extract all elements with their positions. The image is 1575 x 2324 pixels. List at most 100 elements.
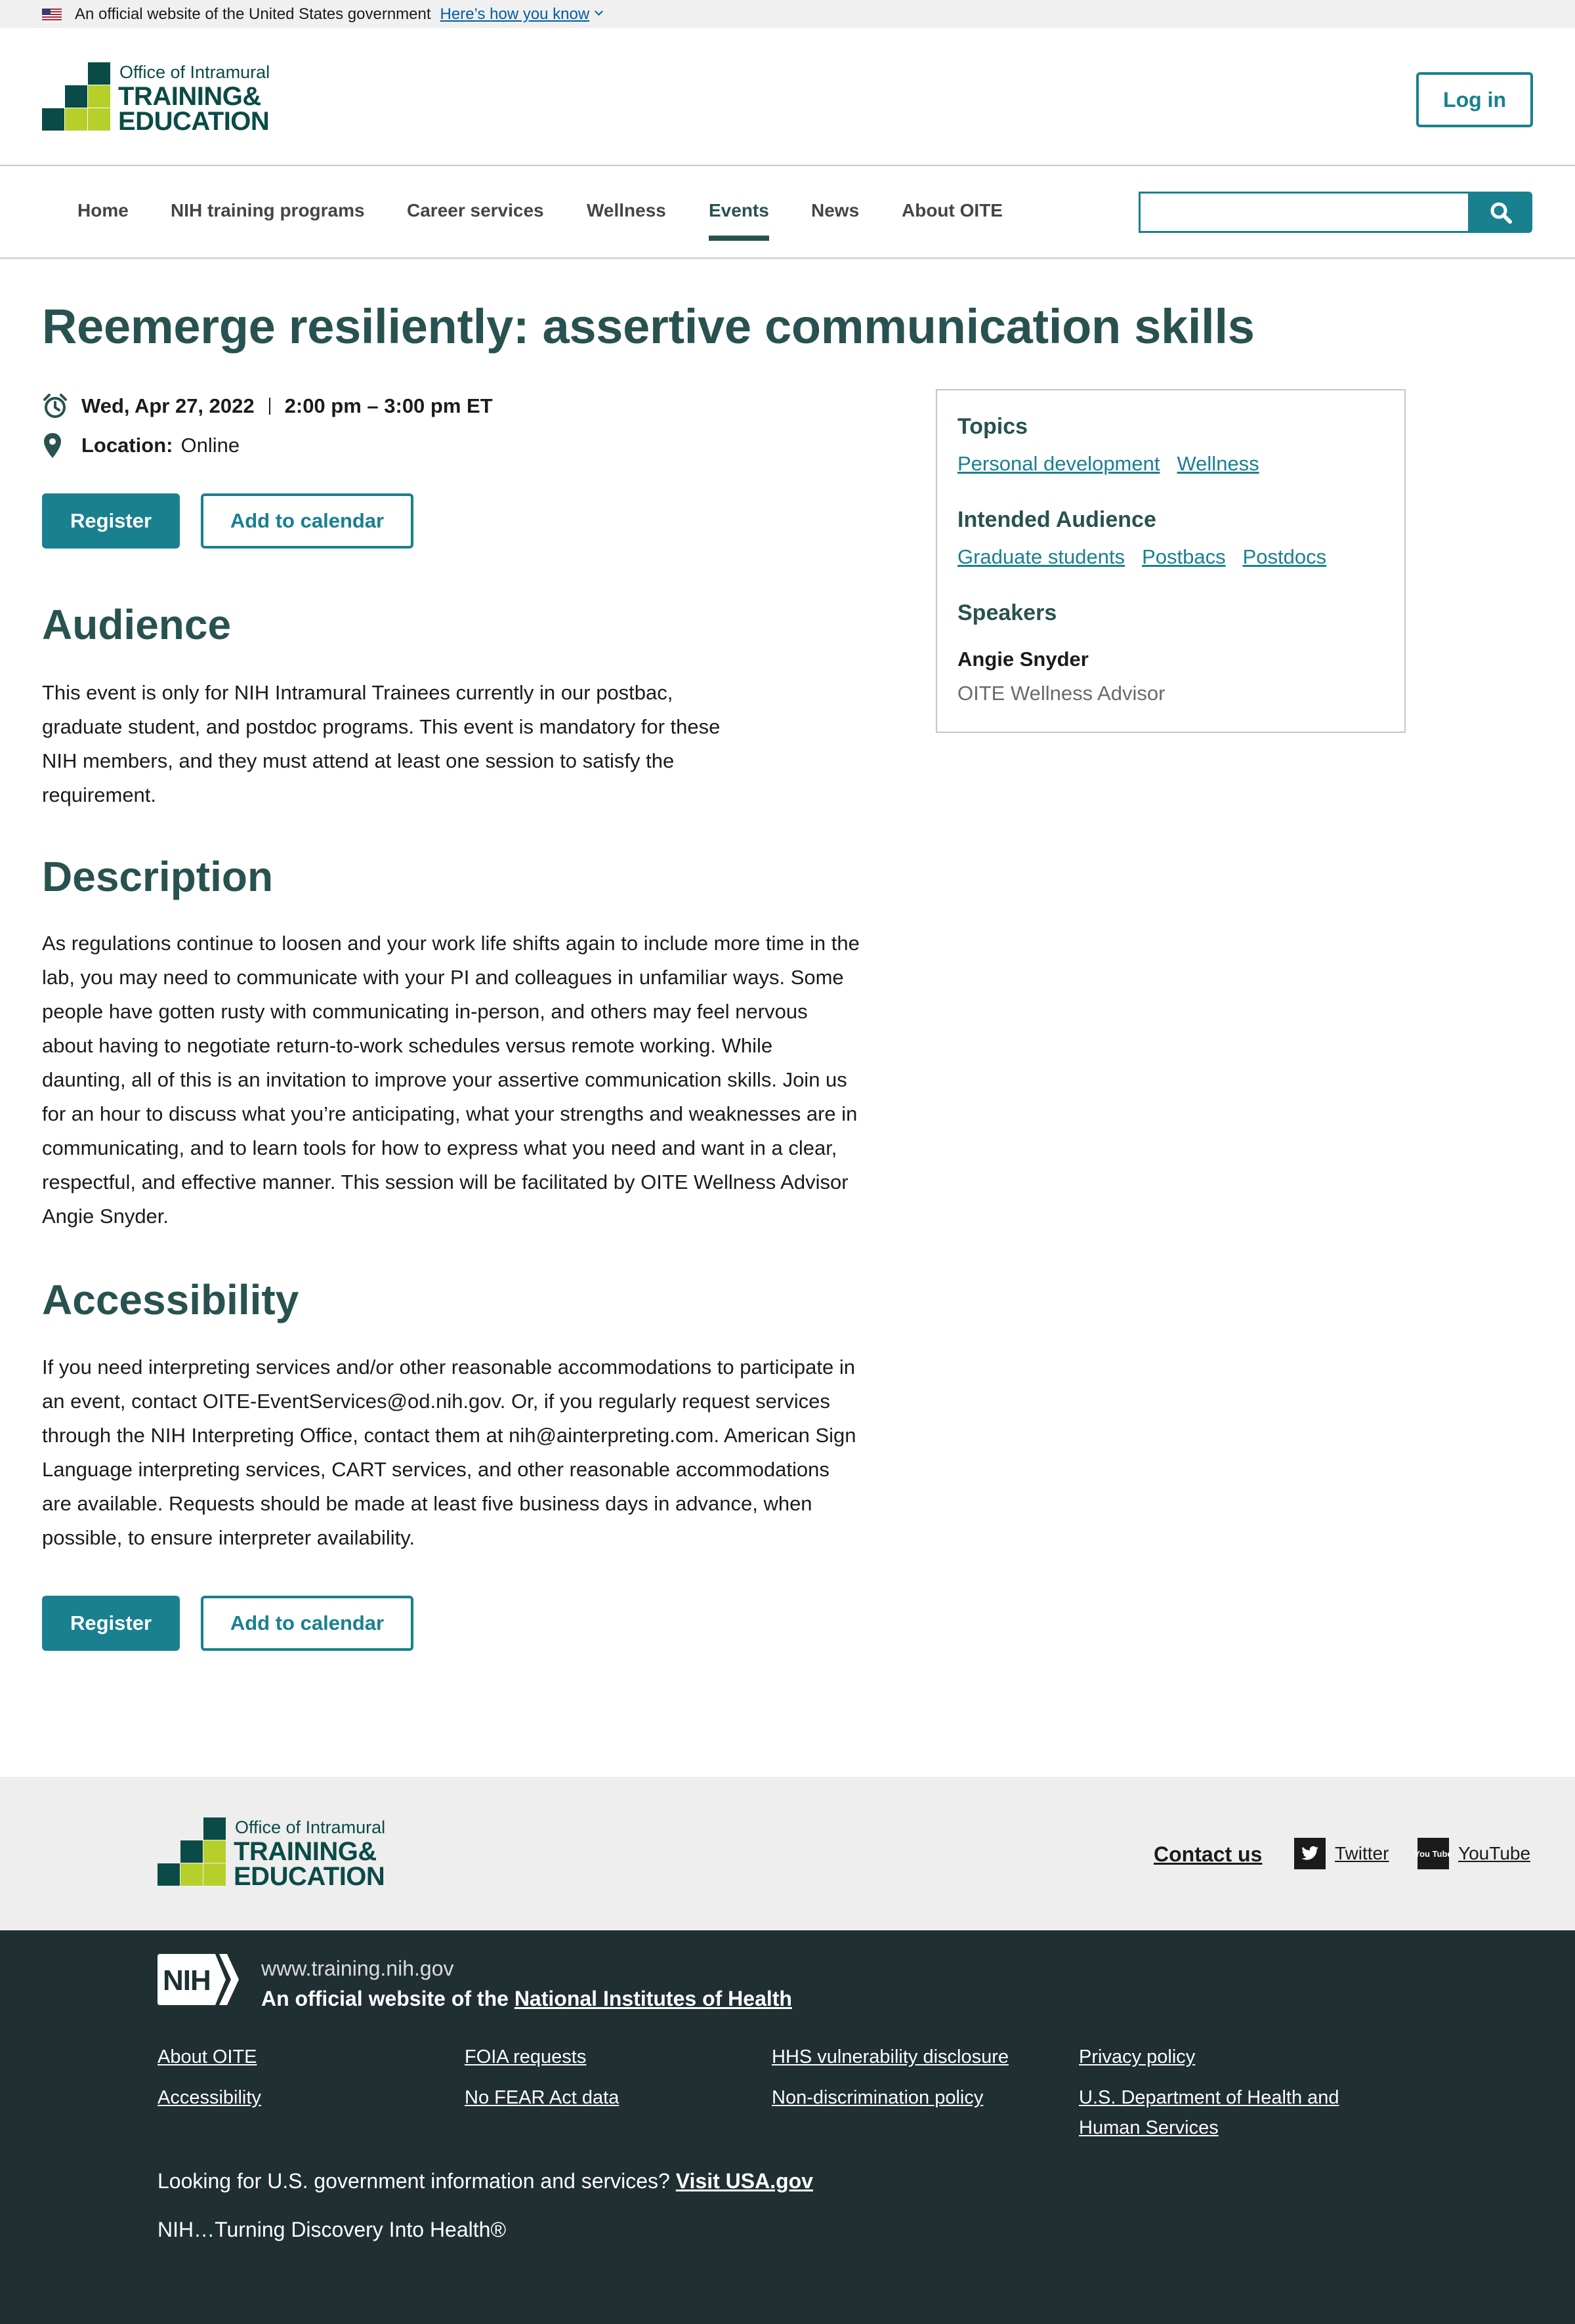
text-line: communicating, and to learn tools for ho…: [42, 1136, 837, 1159]
footer-link-hhs-cont[interactable]: Human Services: [1079, 2113, 1219, 2143]
logo-square: [88, 62, 110, 85]
logo-square: [88, 108, 110, 131]
audience-link[interactable]: Postbacs: [1142, 545, 1226, 569]
youtube-link[interactable]: You Tube YouTube: [1414, 1837, 1531, 1870]
footer-link-non-discrimination[interactable]: Non-discrimination policy: [772, 2083, 983, 2113]
add-to-calendar-button[interactable]: Add to calendar: [201, 493, 413, 549]
event-date: Wed, Apr 27, 2022: [81, 394, 255, 417]
register-button[interactable]: Register: [42, 493, 180, 549]
footer-link-hhs[interactable]: U.S. Department of Health and: [1079, 2083, 1339, 2113]
page-title: Reemerge resiliently: assertive communic…: [42, 299, 1255, 354]
logo-square: [88, 85, 110, 108]
footer-link-foia[interactable]: FOIA requests: [465, 2042, 586, 2072]
twitter-label: Twitter: [1335, 1843, 1389, 1863]
text-line: possible, to ensure interpreter availabi…: [42, 1526, 415, 1549]
usa-gov-link[interactable]: Visit USA.gov: [676, 2169, 813, 2193]
alarm-clock-icon: [42, 392, 68, 421]
login-button[interactable]: Log in: [1416, 72, 1533, 127]
intended-audience-heading: Intended Audience: [957, 507, 1156, 532]
oite-logo[interactable]: Office of Intramural TRAINING& EDUCATION: [42, 62, 270, 136]
add-to-calendar-button-bottom[interactable]: Add to calendar: [201, 1596, 413, 1651]
contact-us-link[interactable]: Contact us: [1154, 1842, 1262, 1867]
footer-link-about[interactable]: About OITE: [158, 2042, 257, 2072]
event-time: 2:00 pm – 3:00 pm ET: [284, 394, 493, 417]
topic-link[interactable]: Wellness: [1177, 452, 1259, 476]
heres-how-you-know-link[interactable]: Here’s how you know: [440, 5, 590, 24]
map-pin-icon: [42, 431, 68, 460]
usa-gov-line: Looking for U.S. government information …: [158, 2169, 813, 2193]
event-location: Location: Online: [42, 430, 240, 461]
footer-link-hhs-vulnerability[interactable]: HHS vulnerability disclosure: [772, 2042, 1009, 2072]
logo-square: [203, 1863, 226, 1886]
text-line: daunting, all of this is an invitation t…: [42, 1068, 847, 1091]
footer-link-no-fear[interactable]: No FEAR Act data: [465, 2083, 619, 2113]
logo-square: [65, 85, 87, 108]
nav-item-training-programs[interactable]: NIH training programs: [171, 200, 365, 221]
chevron-down-icon[interactable]: [595, 7, 604, 16]
twitter-link[interactable]: Twitter: [1294, 1837, 1389, 1870]
logo-line3: EDUCATION: [118, 107, 270, 136]
nav-item-wellness[interactable]: Wellness: [587, 200, 666, 221]
search-button[interactable]: [1469, 192, 1532, 233]
logo-square: [203, 1840, 226, 1863]
audience-link[interactable]: Postdocs: [1243, 545, 1327, 569]
youtube-icon: You Tube: [1414, 1838, 1452, 1869]
site-header: Office of Intramural TRAINING& EDUCATION…: [0, 28, 1575, 166]
text-line: an event, contact OITE-EventServices@od.…: [42, 1390, 830, 1413]
topic-link[interactable]: Personal development: [957, 452, 1160, 476]
twitter-icon: [1294, 1838, 1326, 1869]
logo-line3: EDUCATION: [234, 1862, 385, 1891]
text-line: As regulations continue to loosen and yo…: [42, 932, 860, 955]
footer-link-privacy[interactable]: Privacy policy: [1079, 2042, 1195, 2072]
nav-item-home[interactable]: Home: [77, 200, 129, 221]
footer-oite-logo[interactable]: Office of Intramural TRAINING& EDUCATION: [158, 1817, 385, 1891]
active-nav-indicator: [709, 236, 769, 241]
logo-square: [203, 1817, 226, 1840]
youtube-label: YouTube: [1458, 1843, 1531, 1863]
nav-item-news[interactable]: News: [811, 200, 859, 221]
text-line: Angie Snyder.: [42, 1205, 169, 1228]
text-line: If you need interpreting services and/or…: [42, 1356, 855, 1379]
footer-bottom: NIH www.training.nih.gov An official web…: [0, 1930, 1575, 2324]
official-website-text: An official website of the National Inst…: [261, 1987, 792, 2011]
register-button-bottom[interactable]: Register: [42, 1596, 180, 1651]
logo-line1: Office of Intramural: [235, 1817, 386, 1837]
audience-link[interactable]: Graduate students: [957, 545, 1125, 569]
site-url: www.training.nih.gov: [261, 1957, 454, 1980]
nav-item-about[interactable]: About OITE: [902, 200, 1003, 221]
us-flag-icon: [42, 8, 62, 20]
topics-list: Personal development Wellness: [957, 452, 1259, 476]
official-prefix: An official website of the: [261, 1987, 514, 2010]
description-text: As regulations continue to loosen and yo…: [42, 926, 860, 1234]
nav-item-events[interactable]: Events: [709, 200, 769, 221]
text-line: This event is only for NIH Intramural Tr…: [42, 681, 673, 704]
logo-line1: Office of Intramural: [119, 62, 270, 82]
text-line: lab, you may need to communicate with yo…: [42, 966, 844, 989]
footer-link-accessibility[interactable]: Accessibility: [158, 2083, 261, 2113]
speaker-name: Angie Snyder: [957, 648, 1089, 671]
event-sidebar: Topics Personal development Wellness Int…: [936, 389, 1406, 733]
audience-heading: Audience: [42, 601, 232, 648]
usa-prefix: Looking for U.S. government information …: [158, 2169, 676, 2193]
logo-square: [42, 108, 64, 131]
search-icon: [1490, 202, 1512, 224]
nav-item-career-services[interactable]: Career services: [407, 200, 544, 221]
text-line: Language interpreting services, CART ser…: [42, 1458, 830, 1481]
accessibility-heading: Accessibility: [42, 1276, 299, 1323]
nih-link[interactable]: National Institutes of Health: [514, 1987, 792, 2010]
text-line: people have gotten rusty with communicat…: [42, 1000, 808, 1023]
gov-banner-text: An official website of the United States…: [75, 5, 431, 23]
text-line: through the NIH Interpreting Office, con…: [42, 1424, 856, 1447]
nih-logo[interactable]: NIH: [158, 1953, 240, 2006]
footer-top: Office of Intramural TRAINING& EDUCATION…: [0, 1777, 1575, 1930]
gov-banner: An official website of the United States…: [0, 0, 1575, 28]
text-line: respectful, and effective manner. This s…: [42, 1171, 849, 1193]
text-line: NIH members, and they must attend at lea…: [42, 749, 675, 772]
speaker-role: OITE Wellness Advisor: [957, 682, 1166, 705]
nih-tagline: NIH…Turning Discovery Into Health®: [158, 2218, 507, 2241]
audience-text: This event is only for NIH Intramural Tr…: [42, 676, 720, 812]
text-line: graduate student, and postdoc programs. …: [42, 715, 721, 738]
location-value: Online: [180, 434, 240, 457]
main-nav: Home NIH training programs Career servic…: [0, 166, 1575, 259]
search-input[interactable]: [1139, 192, 1470, 233]
